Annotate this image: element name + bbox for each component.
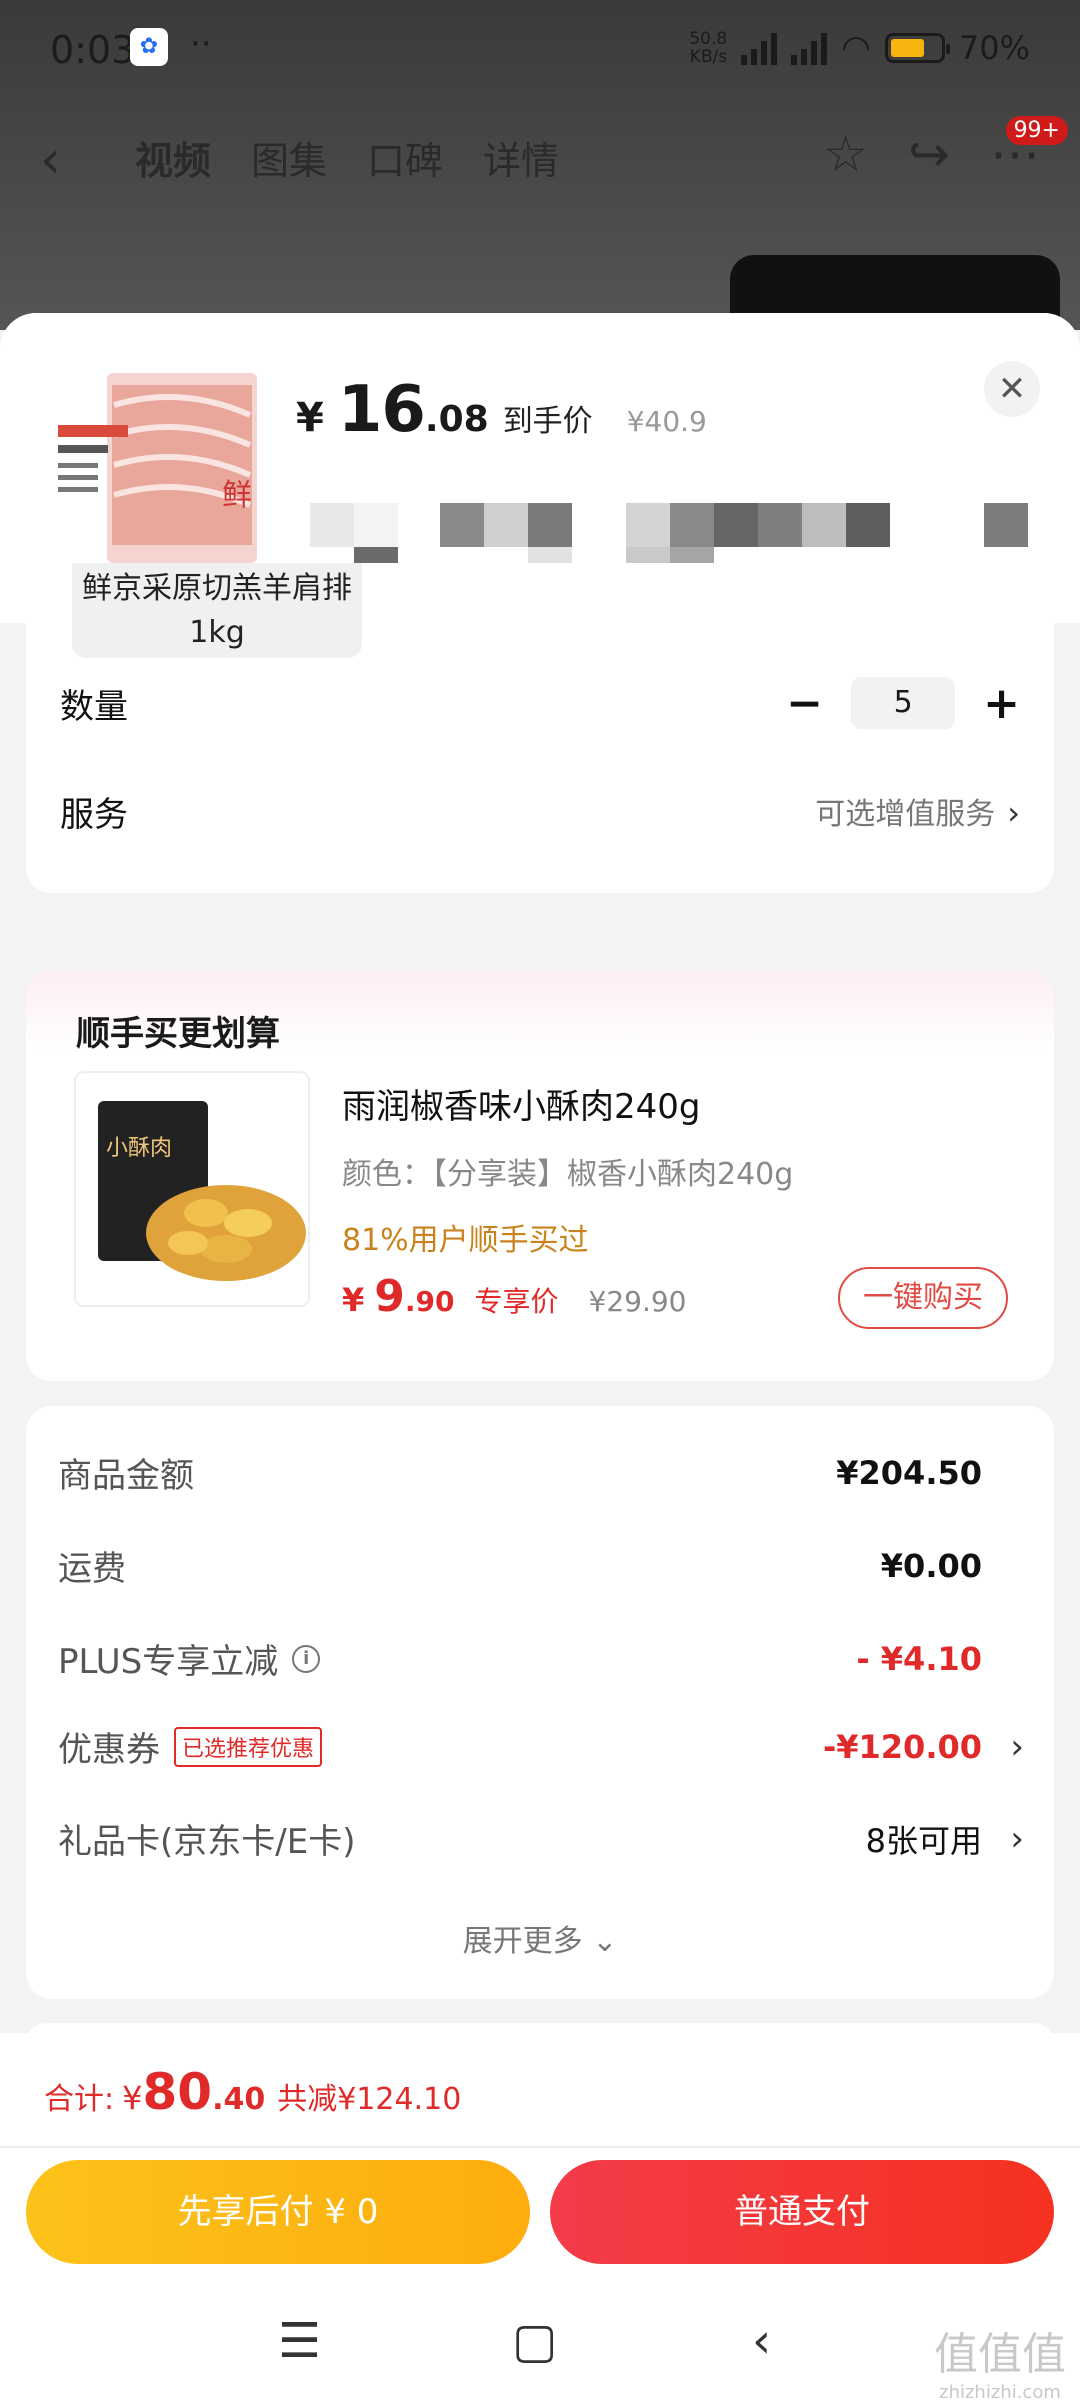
original-price: ¥40.9	[626, 405, 707, 438]
next-card-peek	[26, 2023, 1054, 2033]
product-price: ¥ 16 .08 到手价 ¥40.9	[296, 373, 707, 447]
sku-option[interactable]: 鲜京采原切羔羊肩排 1kg	[72, 563, 362, 658]
status-bar: 0:03 ✿ ·· 50.8 KB/s ◠ 70%	[0, 0, 1080, 100]
message-badge: 99+	[1005, 116, 1068, 145]
close-button[interactable]: ✕	[984, 361, 1040, 417]
battery-percent: 70%	[958, 29, 1030, 67]
price-label: 到手价	[502, 404, 593, 439]
upsell-product-image[interactable]: 小酥肉	[74, 1071, 310, 1307]
net-speed: 50.8 KB/s	[689, 29, 728, 67]
summary-row-shipping: 运费 ¥0.00	[58, 1546, 982, 1590]
upsell-card: 顺手买更划算 小酥肉 雨润椒香味小酥肉240g 颜色：【分享装】椒香小酥肉240…	[26, 971, 1054, 1381]
chevron-right-icon: ›	[1010, 1726, 1024, 1767]
summary-row-giftcard[interactable]: 礼品卡(京东卡/E卡) 8张可用 ›	[58, 1814, 1024, 1863]
quantity-input[interactable]: 5	[851, 677, 956, 729]
checkout-sheet: 鲜 ¥ 16 .08 到手价 ¥40.9 ✕ 鲜京采原切羔羊肩排 1kg 数量 …	[0, 313, 1080, 2033]
one-click-buy-button[interactable]: 一键购买	[838, 1267, 1008, 1329]
upsell-package-label: 小酥肉	[106, 1136, 172, 1161]
svg-text:鲜: 鲜	[222, 478, 252, 513]
info-icon[interactable]: i	[292, 1644, 321, 1673]
chevron-down-icon: ⌄	[592, 1924, 618, 1959]
sku-card: 鲜京采原切羔羊肩排 1kg 数量 − 5 + 服务 可选增值服务 ›	[26, 563, 1054, 893]
service-row[interactable]: 服务 可选增值服务 ›	[60, 781, 1020, 841]
upsell-title: 顺手买更划算	[76, 1014, 280, 1054]
baidu-app-icon: ✿	[130, 28, 168, 66]
order-total: 合计: ¥ 80 .40 共减¥124.10	[44, 2063, 462, 2121]
product-image: 鲜	[52, 365, 264, 575]
more-notifications-icon: ··	[190, 24, 212, 64]
watermark: 值值值 zhizhizhi.com	[934, 2329, 1066, 2400]
summary-row-goods: 商品金额 ¥204.50	[58, 1453, 982, 1497]
upsell-name[interactable]: 雨润椒香味小酥肉240g	[342, 1079, 700, 1128]
service-label: 服务	[60, 794, 128, 835]
decrease-button[interactable]: −	[786, 678, 823, 729]
system-nav-bar: ☰ ▢ ‹	[0, 2303, 1080, 2400]
menu-icon[interactable]: ☰	[278, 2313, 321, 2369]
order-summary: 商品金额 ¥204.50 运费 ¥0.00 PLUS专享立减 i - ¥4.10 …	[26, 1406, 1054, 1999]
wifi-icon: ◠	[841, 28, 871, 68]
upsell-rate: 81%用户顺手买过	[342, 1223, 589, 1258]
back-icon[interactable]: ‹	[40, 130, 61, 190]
signal-icon	[741, 31, 778, 65]
share-icon[interactable]: ↪	[908, 125, 950, 183]
pay-normal-button[interactable]: 普通支付	[550, 2160, 1054, 2264]
summary-row-plus: PLUS专享立减 i - ¥4.10	[58, 1639, 982, 1683]
total-savings: 共减¥124.10	[277, 2082, 462, 2117]
home-icon[interactable]: ▢	[512, 2313, 557, 2369]
service-value: 可选增值服务	[815, 797, 996, 832]
top-nav: ‹ 视频 图集 口碑 详情 ☆ ↪ ⋯ 99+	[0, 116, 1080, 200]
tab-reviews[interactable]: 口碑	[367, 130, 443, 185]
quantity-stepper: − 5 +	[786, 677, 1020, 729]
clock: 0:03	[50, 28, 136, 72]
pay-later-button[interactable]: 先享后付 ¥ 0	[26, 2160, 530, 2264]
upsell-price: ¥ 9 .90 专享价 ¥29.90	[342, 1271, 687, 1322]
nav-tabs: 视频 图集 口碑 详情	[135, 130, 559, 185]
quantity-label: 数量	[60, 686, 128, 727]
signal-icon-2	[791, 31, 828, 65]
battery-icon	[884, 33, 950, 63]
chevron-right-icon: ›	[1010, 1818, 1024, 1859]
summary-row-coupon[interactable]: 优惠券 已选推荐优惠 -¥120.00 ›	[58, 1722, 1024, 1771]
tab-details[interactable]: 详情	[483, 130, 559, 185]
star-icon[interactable]: ☆	[823, 125, 868, 183]
quantity-row: 数量 − 5 +	[60, 673, 1020, 733]
bottom-bar: 合计: ¥ 80 .40 共减¥124.10 先享后付 ¥ 0 普通支付 ☰ ▢…	[0, 2033, 1080, 2400]
coupon-tag: 已选推荐优惠	[174, 1726, 323, 1767]
back-nav-icon[interactable]: ‹	[752, 2313, 771, 2369]
upsell-spec: 颜色：【分享装】椒香小酥肉240g	[342, 1157, 794, 1192]
increase-button[interactable]: +	[983, 678, 1020, 729]
chevron-right-icon: ›	[1007, 794, 1020, 832]
tab-video[interactable]: 视频	[135, 130, 211, 185]
divider	[0, 2146, 1080, 2148]
tab-gallery[interactable]: 图集	[251, 130, 327, 185]
expand-more-button[interactable]: 展开更多 ⌄	[26, 1916, 1054, 1960]
